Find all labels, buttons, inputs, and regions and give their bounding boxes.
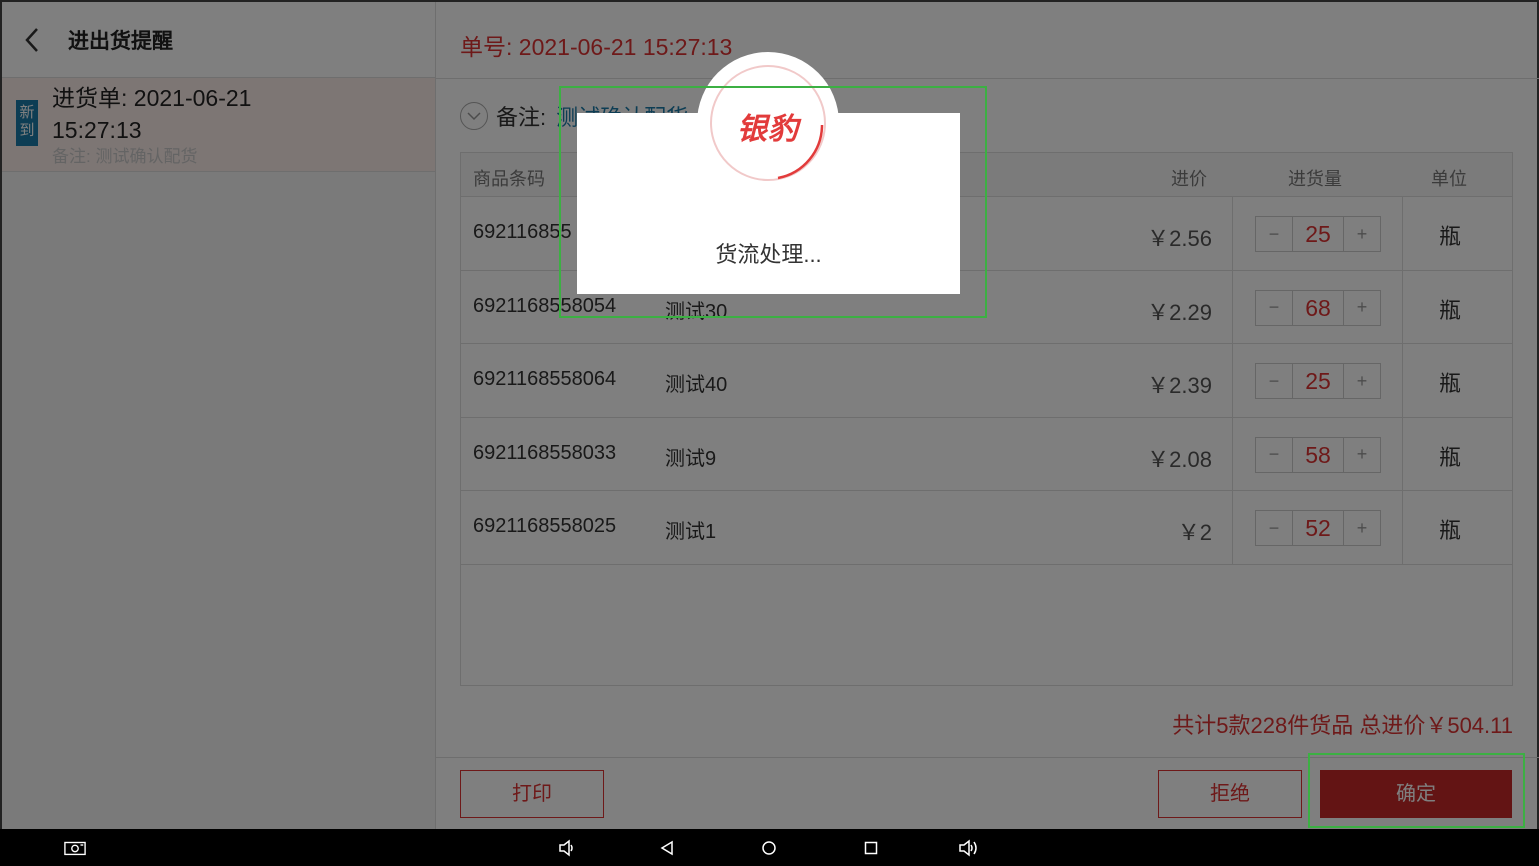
volume-up-icon[interactable] — [958, 837, 980, 859]
volume-down-icon[interactable] — [556, 837, 578, 859]
home-icon[interactable] — [758, 837, 780, 859]
system-nav-bar — [0, 829, 1539, 866]
screenshot-icon[interactable] — [64, 837, 86, 859]
recents-icon[interactable] — [860, 837, 882, 859]
highlight-box — [1308, 753, 1525, 828]
highlight-box — [559, 86, 987, 318]
back-icon[interactable] — [656, 837, 678, 859]
